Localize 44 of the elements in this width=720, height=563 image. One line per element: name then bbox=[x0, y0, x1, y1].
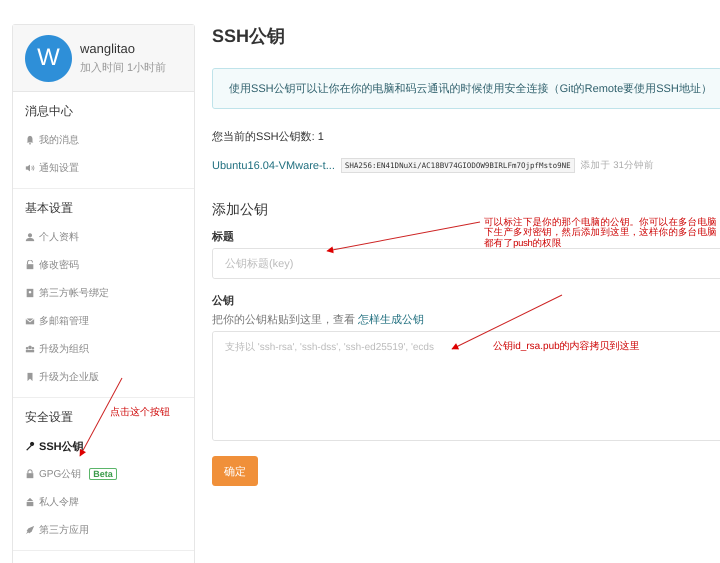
sidebar-item[interactable]: 私人令牌 bbox=[39, 495, 79, 509]
bell-icon bbox=[25, 135, 35, 145]
unlock-icon bbox=[25, 260, 35, 270]
annotation-note: 点击这个按钮 bbox=[110, 407, 170, 418]
mail-icon bbox=[25, 316, 35, 326]
annotation-note: 公钥id_rsa.pub的内容拷贝到这里 bbox=[493, 341, 640, 352]
info-notice: 使用SSH公钥可以让你在你的电脑和码云通讯的时候使用安全连接（Git的Remote要使用SSH地址） bbox=[212, 68, 720, 109]
title-input[interactable]: 公钥标题(key) bbox=[212, 248, 720, 279]
card-icon bbox=[25, 288, 35, 298]
speaker-icon bbox=[25, 163, 35, 173]
sidebar-item[interactable]: GPG公钥 bbox=[39, 467, 82, 481]
section-title: 消息中心 bbox=[25, 103, 73, 120]
sidebar-item[interactable]: 多邮箱管理 bbox=[39, 314, 89, 328]
lock-icon bbox=[25, 469, 35, 479]
sidebar-item[interactable]: 升级为组织 bbox=[39, 342, 89, 356]
key-count: 您当前的SSH公钥数: 1 bbox=[212, 130, 325, 144]
join-time: 加入时间 1小时前 bbox=[80, 61, 166, 75]
group-icon bbox=[25, 344, 35, 354]
key-icon bbox=[25, 441, 35, 451]
avatar: W bbox=[25, 34, 72, 82]
book-icon bbox=[25, 372, 35, 382]
hint-text: 把你的公钥粘贴到这里，查看 怎样生成公钥 bbox=[212, 312, 426, 327]
key-name-link[interactable]: Ubuntu16.04-VMware-t... bbox=[212, 160, 335, 172]
field-label: 公钥 bbox=[212, 294, 234, 308]
sidebar-item[interactable]: SSH公钥 bbox=[39, 438, 84, 454]
field-label: 标题 bbox=[212, 230, 234, 244]
sidebar-item[interactable]: 个人资料 bbox=[39, 230, 79, 244]
page-title: SSH公钥 bbox=[212, 25, 286, 48]
sidebar-item[interactable]: 第三方应用 bbox=[39, 523, 89, 537]
sidebar-item[interactable]: 第三方帐号绑定 bbox=[39, 286, 109, 300]
added-time: 添加于 31分钟前 bbox=[580, 159, 654, 172]
sidebar-item[interactable]: 升级为企业版 bbox=[39, 370, 99, 384]
annotation-note: 可以标注下是你的那个电脑的公钥。你可以在多台电脑下生产多对密钥，然后添加到这里，这样你的多台电脑都有了push的权限 bbox=[484, 218, 718, 250]
beta-badge: Beta bbox=[89, 468, 117, 480]
section-title: 基本设置 bbox=[25, 200, 73, 217]
user-name[interactable]: wanglitao bbox=[80, 41, 166, 56]
confirm-button[interactable]: 确定 bbox=[212, 456, 258, 486]
help-link[interactable]: 怎样生成公钥 bbox=[358, 314, 424, 326]
section-title: 安全设置 bbox=[25, 409, 73, 426]
sidebar-item[interactable]: 通知设置 bbox=[39, 161, 79, 175]
user-icon bbox=[25, 232, 35, 242]
sidebar-item[interactable]: 修改密码 bbox=[39, 258, 79, 272]
section-heading: 添加公钥 bbox=[212, 201, 269, 219]
sidebar-item[interactable]: 我的消息 bbox=[39, 133, 79, 147]
